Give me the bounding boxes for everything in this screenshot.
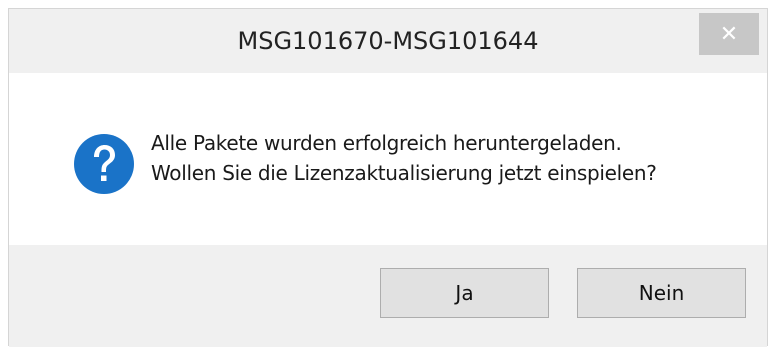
close-icon: ✕ [719,21,739,47]
dialog-window: MSG101670-MSG101644 ✕ Alle Pakete wurden… [8,8,768,347]
close-button[interactable]: ✕ [699,13,759,55]
message-line-2: Wollen Sie die Lizenzaktualisierung jetz… [151,161,657,185]
message-text: Alle Pakete wurden erfolgreich herunterg… [151,128,657,188]
dialog-title: MSG101670-MSG101644 [237,27,539,55]
title-bar[interactable]: MSG101670-MSG101644 ✕ [9,9,767,73]
message-area: Alle Pakete wurden erfolgreich herunterg… [9,73,767,245]
message-line-1: Alle Pakete wurden erfolgreich herunterg… [151,131,622,155]
yes-button[interactable]: Ja [380,268,549,318]
question-icon [74,134,134,194]
no-button[interactable]: Nein [577,268,746,318]
button-bar: Ja Nein [9,245,767,347]
